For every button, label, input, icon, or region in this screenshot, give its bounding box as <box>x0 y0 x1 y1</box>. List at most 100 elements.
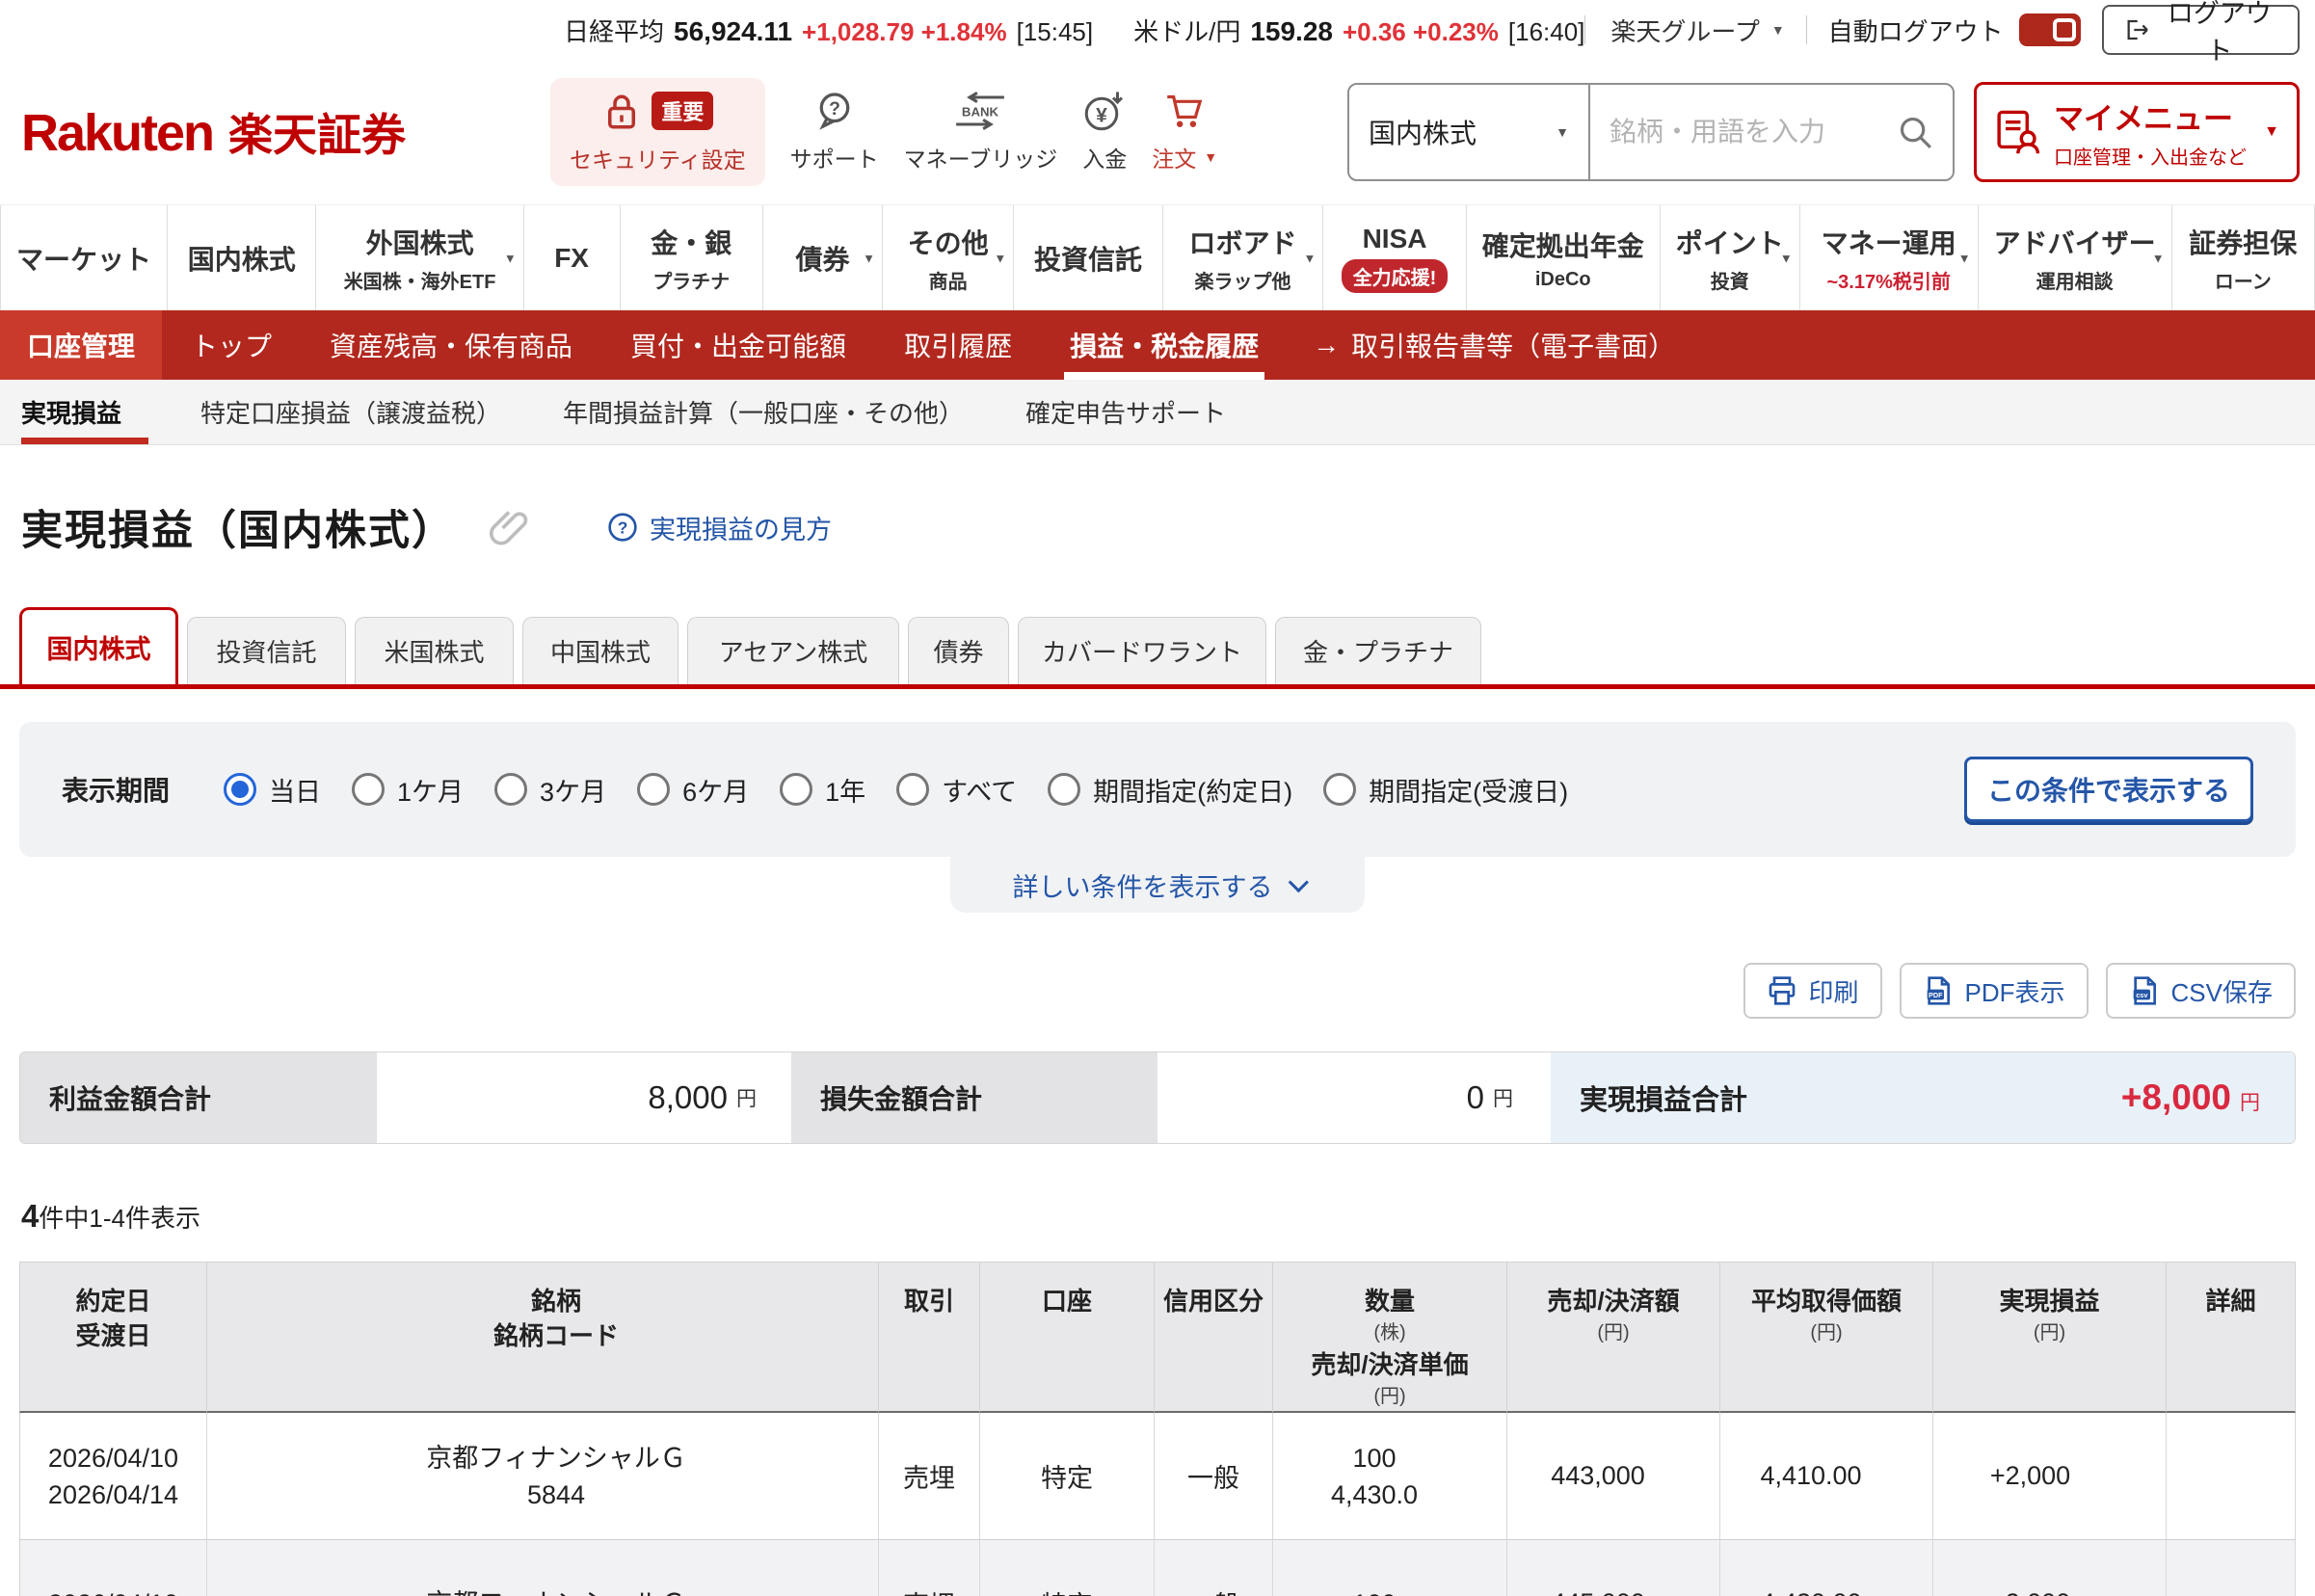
apply-filter-button[interactable]: この条件で表示する <box>1964 757 2253 822</box>
paperclip-icon[interactable] <box>488 506 530 548</box>
nav-advisor[interactable]: アドバイザー運用相談▼ <box>1978 205 2171 310</box>
nav-ideco[interactable]: 確定拠出年金iDeCo <box>1466 205 1660 310</box>
col-header-name: 銘柄銘柄コード <box>207 1262 879 1413</box>
cell-avg-price: 4,410.00 <box>1720 1413 1933 1540</box>
subnav-tax-filing-support[interactable]: 確定申告サポート <box>995 380 1257 444</box>
realized-pnl-help-link[interactable]: ? 実現損益の見方 <box>607 509 832 546</box>
nav-gold-platinum[interactable]: 金・銀プラチナ <box>620 205 762 310</box>
radio-button <box>780 773 812 806</box>
radio-today[interactable]: 当日 <box>224 771 321 809</box>
svg-text:?: ? <box>618 519 628 538</box>
radio-all[interactable]: すべて <box>896 771 1017 809</box>
radio-button <box>1048 773 1080 806</box>
tab-asean-stocks[interactable]: アセアン株式 <box>687 617 899 684</box>
radio-3months[interactable]: 3ケ月 <box>494 771 606 809</box>
rakuten-group-menu[interactable]: 楽天グループ ▼ <box>1610 13 1784 48</box>
radio-1year[interactable]: 1年 <box>780 771 865 809</box>
subnav-specified-account-pnl[interactable]: 特定口座損益（譲渡益税） <box>170 380 532 444</box>
radio-period-settle-date[interactable]: 期間指定(受渡日) <box>1323 771 1568 809</box>
nav-mutual-funds[interactable]: 投資信託 <box>1013 205 1161 310</box>
nav-securities-loan[interactable]: 証券担保ローン <box>2171 205 2315 310</box>
rakuten-logo[interactable]: Rakuten 楽天証券 <box>21 100 406 164</box>
order-button[interactable]: 注文▼ <box>1152 91 1217 173</box>
svg-text:?: ? <box>829 98 840 120</box>
tab-gold-platinum[interactable]: 金・プラチナ <box>1275 617 1481 684</box>
nav-account-management[interactable]: 口座管理 <box>0 310 162 380</box>
support-button[interactable]: ? サポート <box>790 91 879 173</box>
cell-detail <box>2167 1413 2296 1540</box>
nav-buying-power[interactable]: 買付・出金可能額 <box>601 310 875 380</box>
nav-bonds[interactable]: 債券▼ <box>762 205 882 310</box>
nav-point-investing[interactable]: ポイント投資▼ <box>1660 205 1799 310</box>
pdf-view-button[interactable]: PDF PDF表示 <box>1900 963 2089 1019</box>
usdjpy-change: +0.36 +0.23% <box>1343 17 1499 47</box>
nav-asset-balance[interactable]: 資産残高・保有商品 <box>301 310 601 380</box>
col-header-account: 口座 <box>980 1262 1155 1413</box>
realized-pnl-total-label: 実現損益合計 <box>1580 1077 1747 1118</box>
search-icon[interactable] <box>1897 114 1933 150</box>
tab-mutual-funds[interactable]: 投資信託 <box>187 617 346 684</box>
nav-trade-reports[interactable]: → 取引報告書等（電子書面） <box>1288 310 1700 380</box>
auto-logout-toggle[interactable] <box>2019 13 2081 46</box>
usdjpy-ticker: 米ドル/円 159.28 +0.36 +0.23% [16:40] <box>1133 13 1584 48</box>
nav-other-products[interactable]: その他商品▼ <box>882 205 1013 310</box>
auto-logout-control: 自動ログアウト <box>1828 13 2081 48</box>
radio-button <box>637 773 670 806</box>
tab-us-stocks[interactable]: 米国株式 <box>355 617 514 684</box>
nav-top[interactable]: トップ <box>162 310 301 380</box>
money-bridge-button[interactable]: BANK マネーブリッジ <box>904 91 1058 173</box>
cell-quantity: 1004,430.0 <box>1273 1413 1507 1540</box>
radio-1month[interactable]: 1ケ月 <box>352 771 464 809</box>
important-badge: 重要 <box>652 92 713 130</box>
page-title: 実現損益（国内株式） <box>21 497 455 557</box>
tab-covered-warrants[interactable]: カバードワラント <box>1018 617 1266 684</box>
radio-period-trade-date[interactable]: 期間指定(約定日) <box>1048 771 1292 809</box>
search-category-select[interactable]: 国内株式 ▼ <box>1349 85 1590 179</box>
tab-bonds[interactable]: 債券 <box>908 617 1009 684</box>
logout-icon <box>2123 15 2149 44</box>
divider <box>1584 15 1585 44</box>
cell-account: 特定 <box>980 1413 1155 1540</box>
my-menu-button[interactable]: マイメニュー 口座管理・入出金など ▼ <box>1974 82 2300 182</box>
chevron-down-icon: ▼ <box>863 251 875 265</box>
logout-button[interactable]: ログアウト <box>2102 5 2300 55</box>
chevron-down-icon: ▼ <box>1771 22 1785 38</box>
export-actions: 印刷 PDF PDF表示 csv CSV保存 <box>19 963 2296 1019</box>
radio-button <box>1323 773 1356 806</box>
subnav-annual-pnl-calc[interactable]: 年間損益計算（一般口座・その他） <box>532 380 995 444</box>
radio-6months[interactable]: 6ケ月 <box>637 771 749 809</box>
quick-menu: 重要 セキュリティ設定 ? サポート BANK マネーブリッジ ¥ 入金 注文▼ <box>550 78 1217 186</box>
security-settings-button[interactable]: 重要 セキュリティ設定 <box>550 78 765 186</box>
nikkei-value: 56,924.11 <box>674 16 792 47</box>
svg-text:csv: csv <box>2136 991 2148 999</box>
tab-domestic-stocks[interactable]: 国内株式 <box>19 607 178 684</box>
radio-button <box>494 773 527 806</box>
nav-foreign-stocks[interactable]: 外国株式米国株・海外ETF▼ <box>315 205 522 310</box>
nav-nisa[interactable]: NISA全力応援! <box>1322 205 1465 310</box>
nav-money-management[interactable]: マネー運用~3.17%税引前▼ <box>1799 205 1978 310</box>
nav-pnl-tax-history[interactable]: 損益・税金履歴 <box>1041 310 1288 380</box>
result-count: 4件中1-4件表示 <box>21 1198 2315 1235</box>
subnav-realized-pnl[interactable]: 実現損益 <box>21 380 152 444</box>
nav-fx[interactable]: FX <box>523 205 620 310</box>
support-question-bubble-icon: ? <box>814 91 855 131</box>
deposit-button[interactable]: ¥ 入金 <box>1082 91 1127 173</box>
pnl-summary-bar: 利益金額合計 8,000円 損失金額合計 0円 実現損益合計 +8,000円 <box>19 1051 2296 1144</box>
nav-roboadvisor[interactable]: ロボアド楽ラップ他▼ <box>1162 205 1323 310</box>
nisa-badge: 全力応援! <box>1342 259 1449 293</box>
nav-domestic-stocks[interactable]: 国内株式 <box>167 205 315 310</box>
csv-save-button[interactable]: csv CSV保存 <box>2106 963 2296 1019</box>
nav-market[interactable]: マーケット <box>0 205 167 310</box>
table-row: 2026/04/10 京都フィナンシャルＧ 売埋 特定 一般 100 445,0… <box>19 1540 2296 1596</box>
show-detailed-conditions-link[interactable]: 詳しい条件を表示する <box>950 857 1365 913</box>
pdf-file-icon: PDF <box>1923 975 1954 1006</box>
tab-china-stocks[interactable]: 中国株式 <box>522 617 679 684</box>
usdjpy-label: 米ドル/円 <box>1133 13 1240 48</box>
print-button[interactable]: 印刷 <box>1743 963 1882 1019</box>
auto-logout-label: 自動ログアウト <box>1828 13 2004 48</box>
nikkei-change: +1,028.79 +1.84% <box>802 17 1007 47</box>
question-circle-icon: ? <box>607 512 638 543</box>
nav-trade-history[interactable]: 取引履歴 <box>875 310 1041 380</box>
cell-account: 特定 <box>980 1540 1155 1596</box>
search-input[interactable] <box>1590 117 1897 147</box>
